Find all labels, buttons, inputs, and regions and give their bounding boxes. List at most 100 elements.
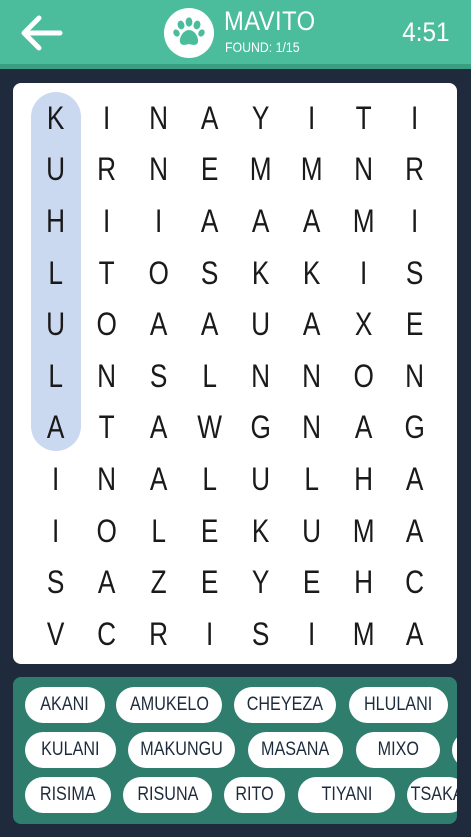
letter-cell[interactable]: R [394, 144, 436, 196]
letter-cell[interactable]: L [35, 247, 77, 299]
letter-cell[interactable]: V [35, 608, 77, 660]
letter-cell[interactable]: L [35, 350, 77, 402]
letter-cell[interactable]: A [394, 608, 436, 660]
letter-cell[interactable]: O [342, 350, 384, 402]
word-chip[interactable]: MAKUNGU [128, 732, 235, 768]
letter-cell[interactable]: A [189, 92, 231, 144]
letter-cell[interactable]: T [86, 402, 128, 454]
letter-cell[interactable]: S [35, 556, 77, 608]
letter-cell[interactable]: G [394, 402, 436, 454]
letter-cell[interactable]: S [240, 608, 282, 660]
letter-cell[interactable]: I [291, 608, 333, 660]
letter-cell[interactable]: N [291, 350, 333, 402]
letter-cell[interactable]: N [137, 144, 179, 196]
letter-cell[interactable]: N [137, 92, 179, 144]
letter-cell[interactable]: A [137, 453, 179, 505]
letter-cell[interactable]: L [189, 350, 231, 402]
letter-cell[interactable]: I [291, 92, 333, 144]
letter-cell[interactable]: M [342, 195, 384, 247]
letter-cell[interactable]: O [86, 505, 128, 557]
word-chip[interactable]: MIXO [356, 732, 440, 768]
letter-cell[interactable]: A [342, 402, 384, 454]
letter-cell[interactable]: I [394, 92, 436, 144]
word-chip[interactable]: TSAKA [407, 777, 457, 813]
letter-cell[interactable]: X [342, 298, 384, 350]
letter-cell[interactable]: Y [240, 92, 282, 144]
letter-cell[interactable]: A [394, 453, 436, 505]
letter-cell[interactable]: A [189, 195, 231, 247]
letter-cell[interactable]: K [291, 247, 333, 299]
letter-cell[interactable]: Z [137, 556, 179, 608]
letter-cell[interactable]: A [291, 195, 333, 247]
letter-cell[interactable]: I [35, 505, 77, 557]
letter-cell[interactable]: S [137, 350, 179, 402]
letter-cell[interactable]: T [86, 247, 128, 299]
letter-cell[interactable]: N [86, 350, 128, 402]
letter-cell[interactable]: K [35, 92, 77, 144]
word-chip[interactable]: AMUKELO [116, 687, 222, 723]
letter-cell[interactable]: M [291, 144, 333, 196]
letter-cell[interactable]: G [240, 402, 282, 454]
letter-cell[interactable]: I [394, 195, 436, 247]
letter-cell[interactable]: E [189, 505, 231, 557]
letter-cell[interactable]: A [189, 298, 231, 350]
letter-cell[interactable]: A [35, 402, 77, 454]
letter-cell[interactable]: E [291, 556, 333, 608]
letter-cell[interactable]: C [394, 556, 436, 608]
letter-cell[interactable]: M [342, 505, 384, 557]
letter-cell[interactable]: L [137, 505, 179, 557]
letter-cell[interactable]: H [342, 453, 384, 505]
letter-cell[interactable]: E [189, 144, 231, 196]
letter-cell[interactable]: W [189, 402, 231, 454]
letter-cell[interactable]: U [240, 298, 282, 350]
letter-cell[interactable]: S [394, 247, 436, 299]
word-chip[interactable]: HLULANI [349, 687, 448, 723]
letter-cell[interactable]: O [137, 247, 179, 299]
letter-cell[interactable]: C [86, 608, 128, 660]
letter-cell[interactable]: M [342, 608, 384, 660]
letter-cell[interactable]: A [137, 402, 179, 454]
letter-cell[interactable]: I [35, 453, 77, 505]
letter-cell[interactable]: A [394, 505, 436, 557]
word-chip[interactable]: CHEYEZA [234, 687, 336, 723]
letter-cell[interactable]: O [86, 298, 128, 350]
letter-cell[interactable]: N [291, 402, 333, 454]
word-chip[interactable]: TIYANI [298, 777, 395, 813]
word-chip[interactable]: MASANA [248, 732, 343, 768]
letter-cell[interactable]: I [342, 247, 384, 299]
letter-cell[interactable]: A [291, 298, 333, 350]
letter-cell[interactable]: I [189, 608, 231, 660]
letter-cell[interactable]: Y [240, 556, 282, 608]
back-button[interactable] [14, 8, 68, 58]
word-chip[interactable]: RITO [224, 777, 285, 813]
word-chip[interactable]: RISUNA [123, 777, 212, 813]
letter-cell[interactable]: K [240, 247, 282, 299]
letter-cell[interactable]: H [342, 556, 384, 608]
letter-cell[interactable]: R [86, 144, 128, 196]
letter-cell[interactable]: L [189, 453, 231, 505]
letter-cell[interactable]: K [240, 505, 282, 557]
letter-cell[interactable]: N [342, 144, 384, 196]
word-chip[interactable]: N [452, 732, 457, 768]
letter-grid[interactable]: KINAYITIURNEMMNRHIIAAAMILTOSKKISUOAAUAXE… [30, 92, 440, 660]
letter-cell[interactable]: U [240, 453, 282, 505]
word-chip[interactable]: AKANI [25, 687, 105, 723]
letter-cell[interactable]: A [137, 298, 179, 350]
letter-cell[interactable]: U [35, 298, 77, 350]
letter-cell[interactable]: N [240, 350, 282, 402]
letter-cell[interactable]: H [35, 195, 77, 247]
letter-cell[interactable]: N [394, 350, 436, 402]
word-chip[interactable]: RISIMA [25, 777, 111, 813]
letter-cell[interactable]: S [189, 247, 231, 299]
letter-cell[interactable]: E [189, 556, 231, 608]
letter-cell[interactable]: U [291, 505, 333, 557]
letter-cell[interactable]: A [86, 556, 128, 608]
letter-cell[interactable]: L [291, 453, 333, 505]
letter-cell[interactable]: I [137, 195, 179, 247]
letter-cell[interactable]: M [240, 144, 282, 196]
letter-cell[interactable]: N [86, 453, 128, 505]
letter-cell[interactable]: E [394, 298, 436, 350]
letter-cell[interactable]: A [240, 195, 282, 247]
letter-cell[interactable]: R [137, 608, 179, 660]
word-chip[interactable]: KULANI [25, 732, 116, 768]
